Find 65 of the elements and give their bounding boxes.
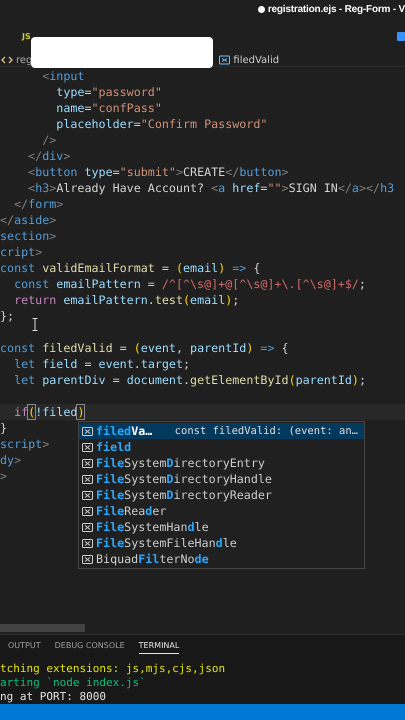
panel-tab[interactable]: DEBUG CONSOLE [54, 639, 125, 653]
code-line: dy> [0, 452, 22, 468]
suggestion-detail: const filedValid: (event: an… [174, 425, 359, 437]
variable-icon [82, 506, 93, 516]
terminal-line: ng at PORT: 8000 [0, 690, 107, 704]
code-line: > [0, 468, 8, 484]
code-line: cript> [0, 244, 42, 260]
suggestion-label: FileReader [96, 504, 166, 518]
suggestion-label: FileSystemDirectoryHandle [96, 472, 272, 486]
suggestion-label: BiquadFilterNode [96, 552, 209, 566]
suggestion-label: FileSystemDirectoryReader [96, 488, 272, 502]
panel-tab[interactable]: TERMINAL [138, 639, 180, 654]
variable-icon [82, 554, 93, 564]
suggestion-label: FileSystemFileHandle [96, 536, 237, 550]
variable-icon [82, 474, 93, 484]
code-line: script> [0, 436, 50, 452]
variable-icon [82, 490, 93, 500]
code-line: /> [41, 132, 56, 148]
code-line: placeholder="Confirm Password" [55, 116, 268, 132]
scrollbar-thumb[interactable] [0, 624, 85, 632]
terminal-line: tching extensions: js,mjs,cjs,json [0, 662, 226, 676]
suggestion-label: FileSystemHandle [96, 520, 209, 534]
code-line: <h3>Already Have Account? <a href="">SIGN IN</a></h3 [27, 180, 394, 196]
variable-icon [219, 55, 230, 65]
code-tag-icon [1, 55, 13, 65]
code-line: }; [0, 308, 14, 324]
suggestion-item[interactable]: filedVa… const filedValid: (event: an… [79, 423, 364, 439]
code-line: </form> [13, 196, 64, 212]
variable-icon [82, 458, 93, 468]
panel-tab[interactable]: OUTPUT [8, 639, 41, 653]
code-line: } [0, 420, 8, 436]
variable-icon [82, 538, 93, 548]
code-line: type="password" [55, 84, 162, 100]
code-line: const filedValid = (event, parentId) => { [0, 340, 289, 356]
suggestion-item[interactable]: FileSystemFileHandle [79, 535, 364, 551]
code-line: <input [41, 68, 84, 84]
code-line: </aside> [0, 212, 56, 228]
variable-icon [82, 442, 93, 452]
suggestion-item[interactable]: FileReader [79, 503, 364, 519]
suggestion-item[interactable]: FileSystemHandle [79, 519, 364, 535]
suggestion-label: FileSystemDirectoryEntry [96, 456, 265, 470]
variable-icon [82, 522, 93, 532]
file-type-icon[interactable]: JS [22, 32, 31, 40]
code-line: </div> [27, 148, 70, 164]
suggestion-item[interactable]: BiquadFilterNode [79, 551, 364, 567]
breadcrumb-item[interactable]: filedValid [233, 54, 280, 66]
suggestion-item[interactable]: FileSystemDirectoryReader [79, 487, 364, 503]
code-line: name="confPass" [55, 100, 162, 116]
code-line: let parentDiv = document.getElementById(parentId); [13, 372, 366, 388]
suggestion-item[interactable]: FileSystemDirectoryEntry [79, 455, 364, 471]
suggestion-label: filedVa… [96, 424, 152, 438]
window-title: registration.ejs - Reg-Form - V [268, 4, 405, 15]
code-line: let field = event.target; [13, 356, 190, 372]
code-line: section> [0, 228, 56, 244]
code-line: <button type="submit">CREATE</button> [27, 164, 289, 180]
code-line: if(!filed) [13, 404, 84, 420]
suggestion-item[interactable]: FileSystemDirectoryHandle [79, 471, 364, 487]
suggestion-label: field [96, 440, 132, 454]
code-line: return emailPattern.test(email); [13, 292, 240, 308]
code-line: const validEmailFormat = (email) => { [0, 260, 260, 276]
code-line: const emailPattern = /^[^\s@]+@[^\s@]+\.[^\s@]+$/; [13, 276, 366, 292]
text-cursor-icon [32, 318, 38, 331]
terminal-line: arting `node index.js` [0, 676, 147, 690]
suggestion-item[interactable]: field [79, 439, 364, 455]
variable-icon [82, 426, 93, 436]
